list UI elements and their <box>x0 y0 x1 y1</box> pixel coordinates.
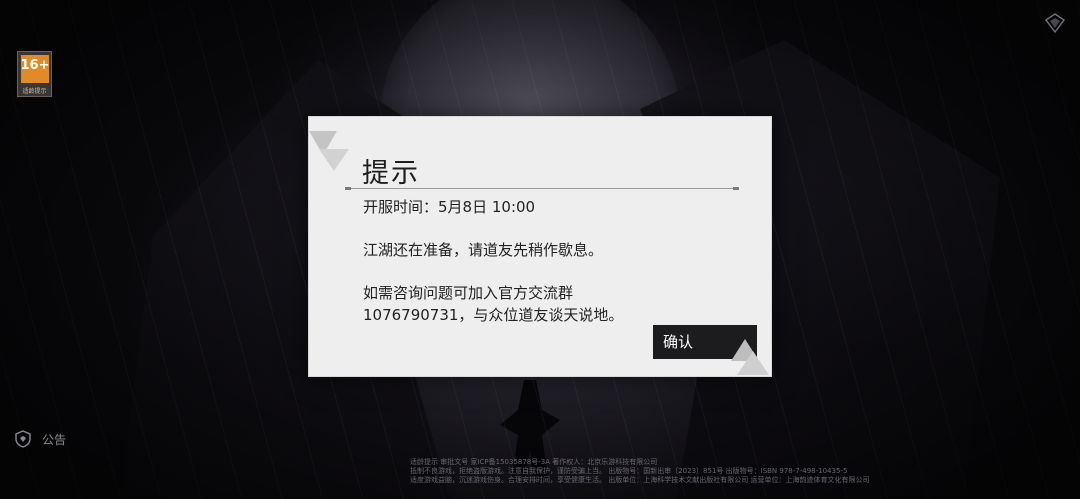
shield-notice-icon <box>15 430 31 448</box>
age-rating-label: 适龄提示 <box>22 88 47 95</box>
dialog-title: 提示 <box>362 158 420 189</box>
notice-label: 公告 <box>42 432 67 447</box>
triangle-decoration-icon <box>731 339 769 375</box>
contact-text-line-2: 1076790731，与众位道友谈天说地。 <box>363 305 624 324</box>
footer-line-1: 适龄提示 审批文号 家ICP备15035878号-3A 著作权人：北京乐游科技有… <box>410 458 658 466</box>
age-rating-badge[interactable]: 16+ 适龄提示 <box>17 51 52 97</box>
emblem-icon[interactable] <box>1044 12 1066 34</box>
game-screen: 16+ 适龄提示 公告 适龄提示 审批文号 家ICP备15035878号-3A … <box>0 0 1080 499</box>
open-time-text: 开服时间：5月8日 10:00 <box>363 198 536 216</box>
age-rating-number: 16+ <box>20 55 49 83</box>
message-text: 江湖还在准备，请道友先稍作歇息。 <box>363 241 604 259</box>
contact-text-line-1: 如需咨询问题可加入官方交流群 <box>363 284 574 302</box>
footer-line-2: 抵制不良游戏，拒绝盗版游戏。注意自我保护，谨防受骗上当。 出版物号：国新出审〔2… <box>410 467 848 475</box>
triangle-decoration-icon <box>309 131 349 171</box>
dialog-body: 开服时间：5月8日 10:00 江湖还在准备，请道友先稍作歇息。 如需咨询问题可… <box>363 197 723 326</box>
announcement-dialog: 提示 开服时间：5月8日 10:00 江湖还在准备，请道友先稍作歇息。 如需咨询… <box>308 116 772 377</box>
legal-footer: 适龄提示 审批文号 家ICP备15035878号-3A 著作权人：北京乐游科技有… <box>410 458 990 485</box>
footer-line-3: 适度游戏益脑，沉迷游戏伤身。合理安排时间，享受健康生活。 出版单位：上海科学技术… <box>410 476 870 484</box>
title-divider <box>345 187 739 190</box>
notice-button[interactable]: 公告 <box>14 430 66 448</box>
